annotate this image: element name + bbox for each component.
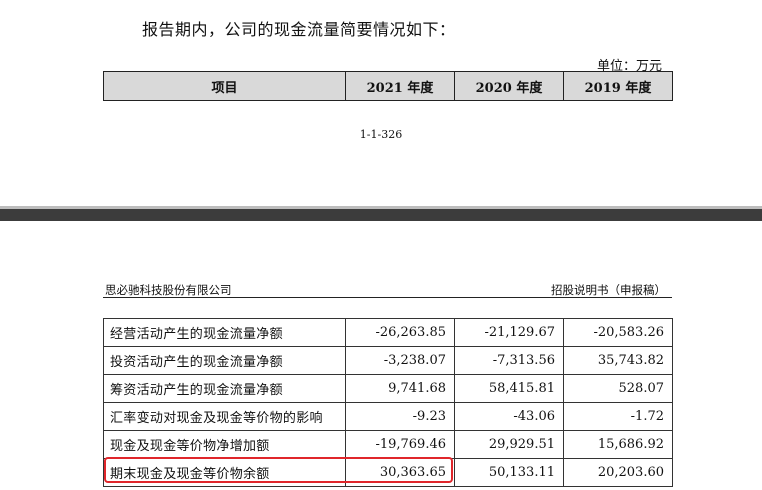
table-row: 现金及现金等价物净增加额 -19,769.46 29,929.51 15,686.92 xyxy=(103,430,673,459)
value-2019: 35,743.82 xyxy=(563,346,673,375)
value-2019: -20,583.26 xyxy=(563,318,673,347)
header-item: 项目 xyxy=(103,71,346,101)
highlight-box xyxy=(104,457,453,483)
header-2020: 2020 年度 xyxy=(454,71,564,101)
value-2020: 50,133.11 xyxy=(454,458,564,487)
row-label: 经营活动产生的现金流量净额 xyxy=(103,318,346,347)
page-number: 1-1-326 xyxy=(359,128,403,141)
value-2019: 15,686.92 xyxy=(563,430,673,459)
row-label: 投资活动产生的现金流量净额 xyxy=(103,346,346,375)
company-name: 思必驰科技股份有限公司 xyxy=(105,283,232,297)
value-2019: 20,203.60 xyxy=(563,458,673,487)
value-2020: 29,929.51 xyxy=(454,430,564,459)
value-2020: 58,415.81 xyxy=(454,374,564,403)
page-gap-divider xyxy=(0,209,762,221)
document-type: 招股说明书（申报稿） xyxy=(551,283,666,297)
running-header-rule xyxy=(103,297,672,298)
value-2021: -3,238.07 xyxy=(345,346,455,375)
intro-paragraph: 报告期内，公司的现金流量简要情况如下： xyxy=(142,20,456,39)
value-2019: 528.07 xyxy=(563,374,673,403)
value-2019: -1.72 xyxy=(563,402,673,431)
value-2020: -43.06 xyxy=(454,402,564,431)
table-header: 项目 2021 年度 2020 年度 2019 年度 xyxy=(103,71,673,101)
table-row: 筹资活动产生的现金流量净额 9,741.68 58,415.81 528.07 xyxy=(103,374,673,403)
row-label: 筹资活动产生的现金流量净额 xyxy=(103,374,346,403)
value-2021: -19,769.46 xyxy=(345,430,455,459)
table-row: 汇率变动对现金及现金等价物的影响 -9.23 -43.06 -1.72 xyxy=(103,402,673,431)
row-label: 现金及现金等价物净增加额 xyxy=(103,430,346,459)
header-2021: 2021 年度 xyxy=(345,71,455,101)
value-2020: -7,313.56 xyxy=(454,346,564,375)
value-2020: -21,129.67 xyxy=(454,318,564,347)
value-2021: -9.23 xyxy=(345,402,455,431)
header-2019: 2019 年度 xyxy=(563,71,673,101)
table-row: 经营活动产生的现金流量净额 -26,263.85 -21,129.67 -20,583… xyxy=(103,318,673,347)
value-2021: -26,263.85 xyxy=(345,318,455,347)
row-label: 汇率变动对现金及现金等价物的影响 xyxy=(103,402,346,431)
value-2021: 9,741.68 xyxy=(345,374,455,403)
table-row: 投资活动产生的现金流量净额 -3,238.07 -7,313.56 35,743.82 xyxy=(103,346,673,375)
